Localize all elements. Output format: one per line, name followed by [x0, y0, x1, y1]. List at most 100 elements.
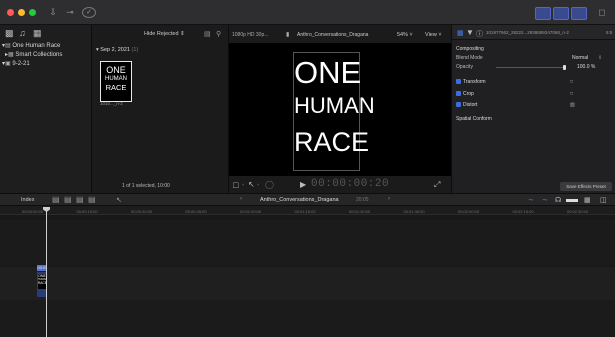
filter-icon[interactable]: ▼	[466, 28, 474, 37]
timecode-display[interactable]: 00:00:00:20	[311, 178, 389, 190]
enable-checkbox[interactable]	[456, 79, 461, 85]
section-label: Transform	[463, 79, 486, 85]
chevron-down-icon[interactable]: ˅	[242, 182, 244, 187]
audio-skimming-icon[interactable]: ∼	[542, 196, 548, 204]
overwrite-icon[interactable]: ▤	[88, 195, 96, 204]
viewer-title-line: HUMAN	[294, 93, 375, 118]
clip-name: 1010..._n-2	[100, 101, 123, 106]
forward-arrow-icon[interactable]: ›	[388, 196, 390, 202]
date-group-count: (1)	[131, 47, 139, 53]
play-icon[interactable]: ▶	[300, 180, 306, 189]
clip-title-line: HUMAN	[105, 76, 127, 82]
fullscreen-icon[interactable]: ⤢	[434, 180, 440, 190]
folder-icon: ▦	[8, 52, 14, 58]
clip-thumbnail[interactable]: ONE HUMAN RACE	[100, 61, 132, 102]
library-item-event[interactable]: ▾▣ 9-2-21	[0, 60, 92, 68]
minimize-window-button[interactable]	[18, 9, 25, 16]
transform-icon[interactable]: □	[570, 78, 573, 87]
zoom-value: 54%	[397, 32, 409, 38]
checkmark-circle-icon[interactable]: ✓	[82, 7, 96, 18]
ruler-tick-label: 00:00:30:00	[131, 209, 153, 214]
hide-rejected-filter[interactable]: Hide Rejected ⇕	[144, 31, 185, 37]
timeline-project-name: Anthro_Conversations_Dragana	[260, 197, 339, 203]
section-label: Crop	[463, 91, 474, 97]
playhead[interactable]	[46, 207, 47, 337]
date-group-header[interactable]: ▾ Sep 2, 2021 (1)	[96, 47, 138, 53]
pointer-tool-icon[interactable]: ↖	[248, 180, 255, 189]
chevron-down-icon[interactable]: ˅	[257, 182, 259, 187]
chevron-down-icon: ˅	[409, 32, 413, 38]
share-icon[interactable]: ◻	[597, 6, 607, 18]
video-inspector-icon[interactable]: ▦	[457, 29, 464, 37]
primary-storyline[interactable]	[0, 267, 615, 300]
opacity-row[interactable]: Opacity 100.0 %	[456, 63, 611, 72]
film-icon: ▮	[286, 32, 290, 38]
crop-section[interactable]: Crop □	[456, 90, 611, 99]
media-browser: Hide Rejected ⇕ ▤ ⚲ ▾ Sep 2, 2021 (1) ON…	[92, 25, 229, 193]
append-icon[interactable]: ▤	[76, 195, 84, 204]
snapping-icon[interactable]	[566, 199, 578, 202]
timeline-area[interactable]	[0, 215, 615, 337]
library-item-label: One Human Race	[12, 43, 61, 49]
crop-icon[interactable]: □	[570, 90, 573, 99]
close-window-button[interactable]	[7, 9, 14, 16]
clip-appearance-icon[interactable]: ▦	[584, 196, 591, 204]
libraries-sidebar: ▩ ♫ ▦ ▾▤ One Human Race ▸▦ Smart Collect…	[0, 25, 92, 193]
viewer-title-frame: ONE HUMAN RACE	[293, 52, 375, 171]
select-tool-icon[interactable]: ↖	[116, 196, 122, 204]
opacity-slider[interactable]	[496, 65, 566, 70]
effects-browser-icon[interactable]: ◫	[600, 196, 607, 204]
library-item-one-human-race[interactable]: ▾▤ One Human Race	[0, 42, 92, 50]
library-item-label: 9-2-21	[12, 61, 30, 67]
inspector-toggle-button[interactable]	[571, 7, 587, 20]
selection-status: 1 of 1 selected, 10:00	[122, 183, 170, 189]
filter-label: Hide Rejected	[144, 31, 179, 37]
disclosure-down-icon: ▾	[96, 47, 99, 53]
ruler-tick-label: 00:02:30:00	[567, 209, 589, 214]
library-icon: ▤	[5, 43, 11, 49]
viewer-format[interactable]: 1080p HD 30p...	[232, 32, 268, 38]
enhance-icon[interactable]: ◯	[265, 180, 274, 189]
music-icon[interactable]: ♫	[19, 28, 26, 38]
skimming-icon[interactable]: ∼	[528, 196, 534, 204]
blend-mode-value[interactable]: Normal	[572, 54, 588, 63]
opacity-value[interactable]: 100.0 %	[577, 63, 595, 72]
spatial-conform-section[interactable]: Spatial Conform	[456, 115, 611, 124]
index-button[interactable]: Index	[21, 197, 34, 203]
key-icon[interactable]: ⊸	[64, 6, 76, 18]
blend-mode-row[interactable]: Blend Mode Normal ⇕	[456, 54, 611, 63]
library-toggle-button[interactable]	[535, 7, 551, 20]
transform-section[interactable]: Transform □	[456, 78, 611, 87]
clip-appearance-icon[interactable]: ▤	[204, 30, 211, 38]
distort-section[interactable]: Distort ▧	[456, 101, 611, 110]
save-effects-preset-button[interactable]: Save Effects Preset	[560, 182, 612, 191]
enable-checkbox[interactable]	[456, 91, 461, 97]
opacity-slider-knob[interactable]	[563, 65, 566, 70]
back-arrow-icon[interactable]: ‹	[240, 196, 242, 202]
upper-track-area	[0, 220, 615, 265]
compositing-section[interactable]: Compositing	[456, 45, 611, 54]
clip-title-line: RACE	[38, 281, 47, 285]
view-label: View	[425, 32, 437, 38]
search-icon[interactable]: ⚲	[216, 30, 221, 38]
view-menu[interactable]: View ˅	[425, 32, 442, 38]
transform-tool-icon[interactable]: □	[233, 180, 238, 190]
timeline-toggle-button[interactable]	[553, 7, 569, 20]
enable-checkbox[interactable]	[456, 102, 461, 108]
info-icon[interactable]: ⓘ	[476, 29, 483, 39]
distort-icon[interactable]: ▧	[570, 101, 575, 110]
timeline-ruler[interactable]: 00:00:00:00 00:00:15:00 00:00:30:00 00:00:4…	[0, 206, 615, 215]
import-download-icon[interactable]: ⇩	[48, 6, 58, 18]
ruler-tick-label: 00:00:00:00	[22, 209, 44, 214]
headphones-icon[interactable]: ☊	[555, 196, 561, 204]
library-item-smart-collections[interactable]: ▸▦ Smart Collections	[0, 51, 92, 59]
zoom-window-button[interactable]	[29, 9, 36, 16]
insert-icon[interactable]: ▤	[64, 195, 72, 204]
connect-icon[interactable]: ▤	[52, 195, 60, 204]
clapper-icon[interactable]: ▩	[5, 28, 14, 39]
ruler-tick-label: 00:00:15:00	[76, 209, 98, 214]
window-toolbar: ⇩ ⊸ ✓ ◻	[0, 0, 615, 25]
date-group-label: Sep 2, 2021	[100, 47, 130, 53]
zoom-menu[interactable]: 54% ˅	[397, 32, 413, 38]
titles-icon[interactable]: ▦	[33, 28, 42, 39]
